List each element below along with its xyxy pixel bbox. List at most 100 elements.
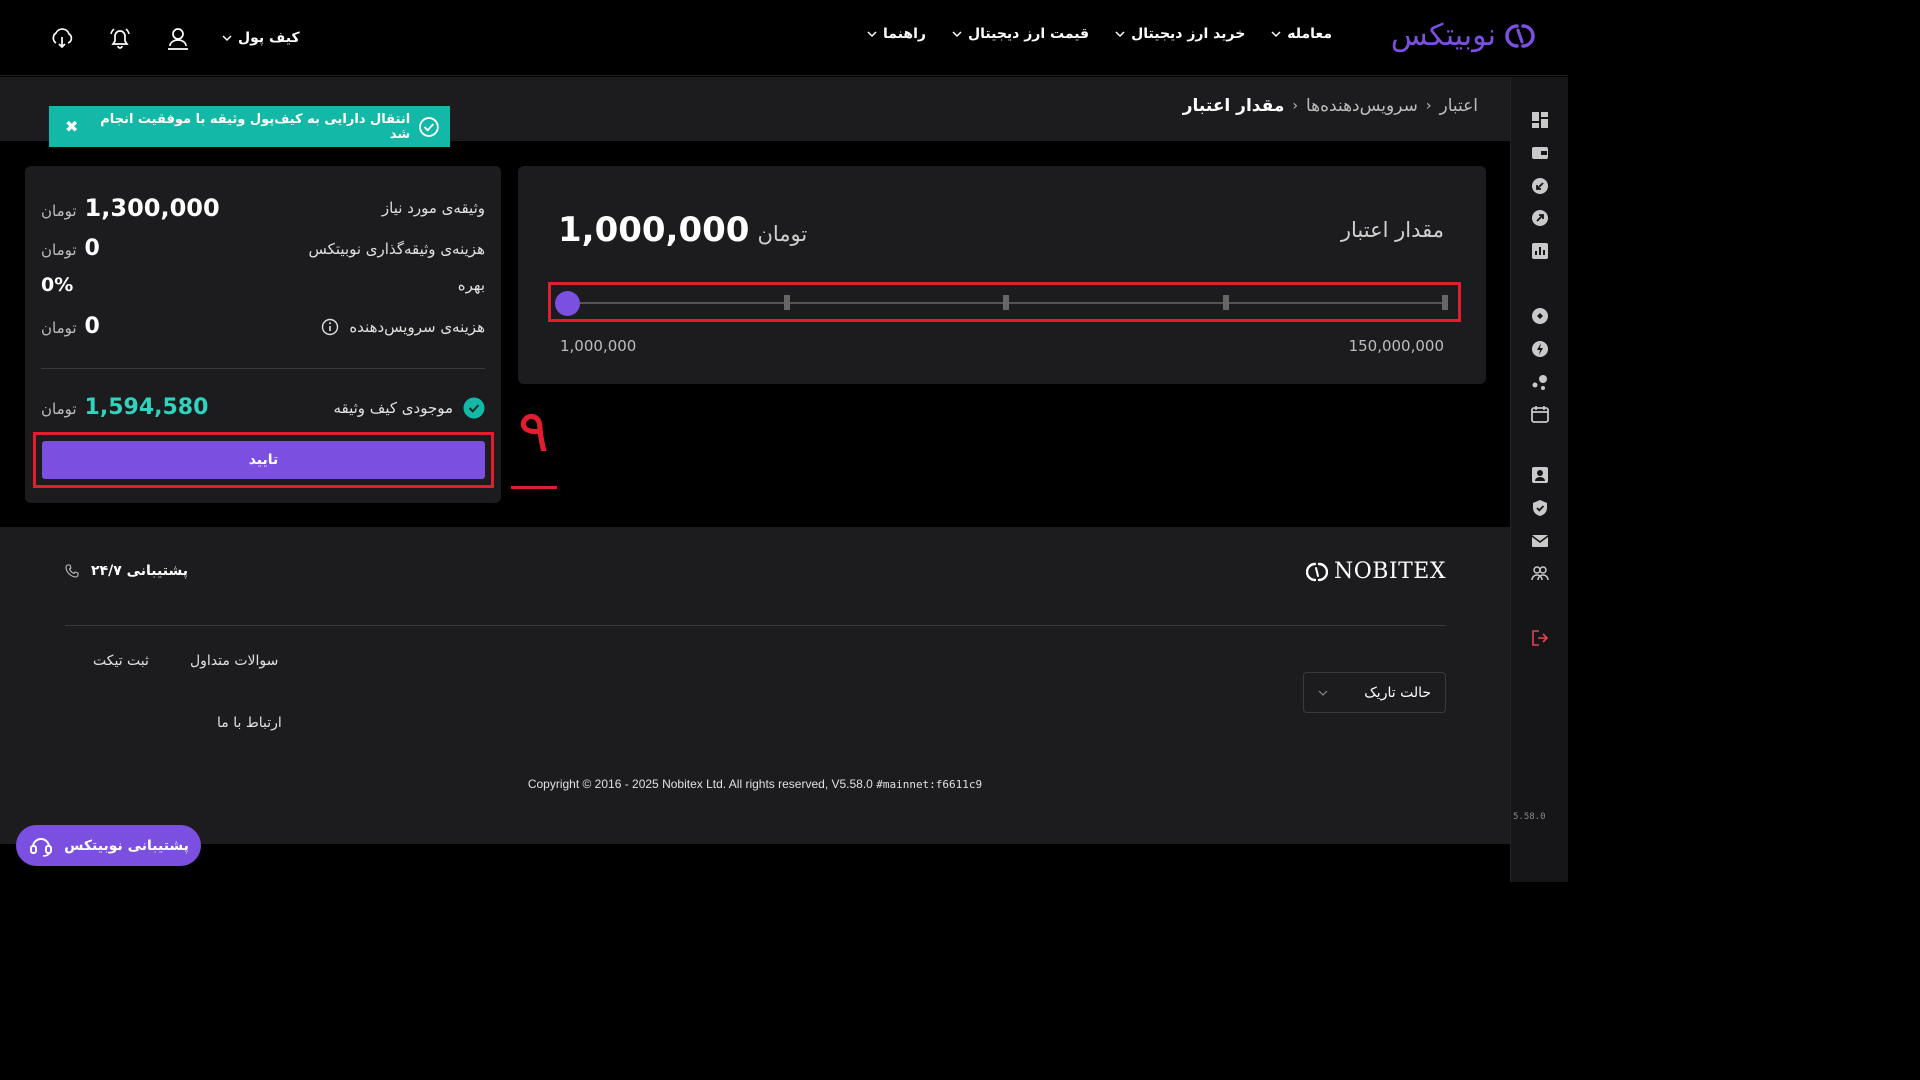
- wallet-menu-label: کیف پول: [238, 30, 300, 46]
- required-collateral-row: وثیقه‌ی مورد نیاز تومان 1,300,000: [41, 194, 485, 222]
- breadcrumb-providers[interactable]: سرویس‌دهنده‌ها: [1306, 96, 1418, 116]
- nav-trade[interactable]: معامله: [1271, 26, 1332, 42]
- wallet-icon[interactable]: [1531, 144, 1549, 162]
- service-fee-label-group: هزینه‌ی سرویس‌دهنده: [321, 318, 485, 336]
- dashboard-icon[interactable]: [1531, 111, 1549, 129]
- share-icon[interactable]: [1531, 373, 1549, 391]
- check-circle-icon: [419, 116, 439, 137]
- service-fee-label: هزینه‌ی سرویس‌دهنده: [349, 317, 485, 336]
- credit-amount: 1,000,000: [558, 210, 750, 250]
- header-actions: کیف پول: [48, 24, 300, 52]
- service-fee-row: هزینه‌ی سرویس‌دهنده تومان 0: [41, 314, 485, 339]
- confirm-button[interactable]: تایید: [42, 441, 485, 479]
- service-fee-amount: 0: [84, 314, 100, 339]
- copyright-text: Copyright © 2016 - 2025 Nobitex Ltd. All…: [527, 777, 873, 791]
- wallet-balance-row: موجودی کیف وثیقه تومان 1,594,580: [41, 395, 485, 420]
- chevron-down-icon: [222, 35, 232, 42]
- slider-tick: [1442, 295, 1448, 310]
- required-collateral-amount: 1,300,000: [84, 194, 220, 222]
- support-phone[interactable]: پشتیبانی ۲۴/۷: [65, 563, 188, 579]
- credit-value: 1,000,000 تومان: [558, 210, 807, 250]
- withdraw-icon[interactable]: [1531, 209, 1549, 227]
- check-circle-icon: [463, 397, 485, 418]
- shield-icon[interactable]: [1531, 499, 1549, 517]
- headset-icon: [30, 837, 53, 857]
- collateral-fee-row: هزینه‌ی وثیقه‌گذاری نوبیتکس تومان 0: [41, 236, 485, 261]
- slider-tick: [1223, 295, 1229, 310]
- credit-amount-card: مقدار اعتبار 1,000,000 تومان 1,000,000 1…: [518, 166, 1486, 384]
- info-icon[interactable]: [321, 318, 339, 336]
- nav-crypto-prices[interactable]: قیمت ارز دیجیتال: [952, 26, 1089, 42]
- chevron-down-icon: [1115, 31, 1125, 38]
- interest-amount: 0%: [41, 274, 74, 296]
- footer-divider: [65, 625, 1446, 626]
- chevron-down-icon: [1318, 690, 1328, 696]
- success-toast: ✖ انتقال دارایی به کیف‌پول وثیقه با موفق…: [49, 106, 450, 147]
- users-icon[interactable]: [1531, 564, 1549, 582]
- collateral-fee-amount: 0: [84, 236, 100, 261]
- brand-logo[interactable]: نوبیتکس: [1391, 18, 1536, 53]
- chevron-down-icon: [867, 31, 877, 38]
- summary-divider: [41, 368, 485, 369]
- footer-brand: NOBITEX: [1333, 559, 1446, 584]
- main-nav: معامله خرید ارز دیجیتال قیمت ارز دیجیتال…: [867, 26, 1332, 42]
- slider-tick: [784, 295, 790, 310]
- notifications-button[interactable]: [106, 24, 134, 52]
- wallet-balance-value: تومان 1,594,580: [41, 395, 208, 420]
- slider-max-label: 150,000,000: [1348, 337, 1444, 355]
- footer-link-ticket[interactable]: ثبت تیکت: [93, 653, 149, 669]
- wallet-balance-label-group: موجودی کیف وثیقه: [333, 397, 485, 419]
- credit-unit: تومان: [757, 222, 808, 246]
- breadcrumb: اعتبار ‹ سرویس‌دهنده‌ها ‹ مقدار اعتبار: [1183, 96, 1478, 116]
- toast-message: انتقال دارایی به کیف‌پول وثیقه با موفقیت…: [100, 111, 411, 142]
- support-chat-button[interactable]: پشتیبانی نوبیتکس: [16, 825, 201, 866]
- theme-select[interactable]: حالت تاریک: [1303, 672, 1446, 713]
- footer-link-contact[interactable]: ارتباط با ما: [217, 715, 282, 731]
- nav-crypto-prices-label: قیمت ارز دیجیتال: [967, 26, 1090, 42]
- mail-icon[interactable]: [1531, 532, 1549, 550]
- download-icon: [52, 28, 73, 49]
- copyright: Copyright © 2016 - 2025 Nobitex Ltd. All…: [0, 777, 1510, 791]
- deposit-icon[interactable]: [1531, 177, 1549, 195]
- chevron-left-icon: ‹: [1292, 98, 1298, 114]
- collateral-fee-label: هزینه‌ی وثیقه‌گذاری نوبیتکس: [308, 239, 485, 258]
- currency-unit: تومان: [41, 241, 77, 259]
- profile-card-icon[interactable]: [1531, 466, 1549, 484]
- nobitex-logo-icon: [1305, 562, 1328, 581]
- credit-title: مقدار اعتبار: [1340, 218, 1444, 242]
- chart-icon[interactable]: [1531, 242, 1549, 260]
- currency-unit: تومان: [41, 319, 77, 337]
- required-collateral-value: تومان 1,300,000: [41, 194, 220, 222]
- credit-slider-thumb[interactable]: [555, 291, 580, 316]
- breadcrumb-credit[interactable]: اعتبار: [1439, 96, 1478, 116]
- collateral-summary-card: وثیقه‌ی مورد نیاز تومان 1,300,000 هزینه‌…: [25, 166, 501, 503]
- staking-icon[interactable]: [1531, 307, 1549, 325]
- service-fee-value: تومان 0: [41, 314, 100, 339]
- footer-logo[interactable]: NOBITEX: [1305, 559, 1446, 584]
- collateral-fee-value: تومان 0: [41, 236, 100, 261]
- download-app-button[interactable]: [48, 24, 76, 52]
- lightning-icon[interactable]: [1531, 340, 1549, 358]
- nav-guide-label: راهنما: [883, 26, 926, 42]
- wallet-menu[interactable]: کیف پول: [222, 30, 300, 46]
- top-header: نوبیتکس معامله خرید ارز دیجیتال قیمت ارز…: [0, 0, 1568, 76]
- calendar-icon[interactable]: [1531, 405, 1549, 423]
- chevron-left-icon: ‹: [1425, 98, 1432, 114]
- nav-guide[interactable]: راهنما: [867, 26, 926, 42]
- toast-close-button[interactable]: ✖: [65, 117, 78, 136]
- profile-button[interactable]: [164, 24, 192, 52]
- chevron-down-icon: [952, 31, 962, 38]
- slider-tick: [1003, 295, 1009, 310]
- toast-body: انتقال دارایی به کیف‌پول وثیقه با موفقیت…: [78, 112, 440, 142]
- nobitex-logo-icon: [1505, 23, 1535, 48]
- bell-icon: [110, 28, 130, 49]
- theme-select-value: حالت تاریک: [1364, 684, 1431, 701]
- footer-link-faq[interactable]: سوالات متداول: [190, 653, 278, 669]
- logout-icon[interactable]: [1531, 629, 1549, 647]
- user-icon: [168, 28, 188, 50]
- brand-name: نوبیتکس: [1390, 18, 1496, 53]
- nav-buy-crypto[interactable]: خرید ارز دیجیتال: [1115, 26, 1245, 42]
- wallet-balance-label: موجودی کیف وثیقه: [333, 398, 453, 417]
- step-annotation-underline: [511, 486, 557, 489]
- credit-slider-highlight: [548, 282, 1461, 322]
